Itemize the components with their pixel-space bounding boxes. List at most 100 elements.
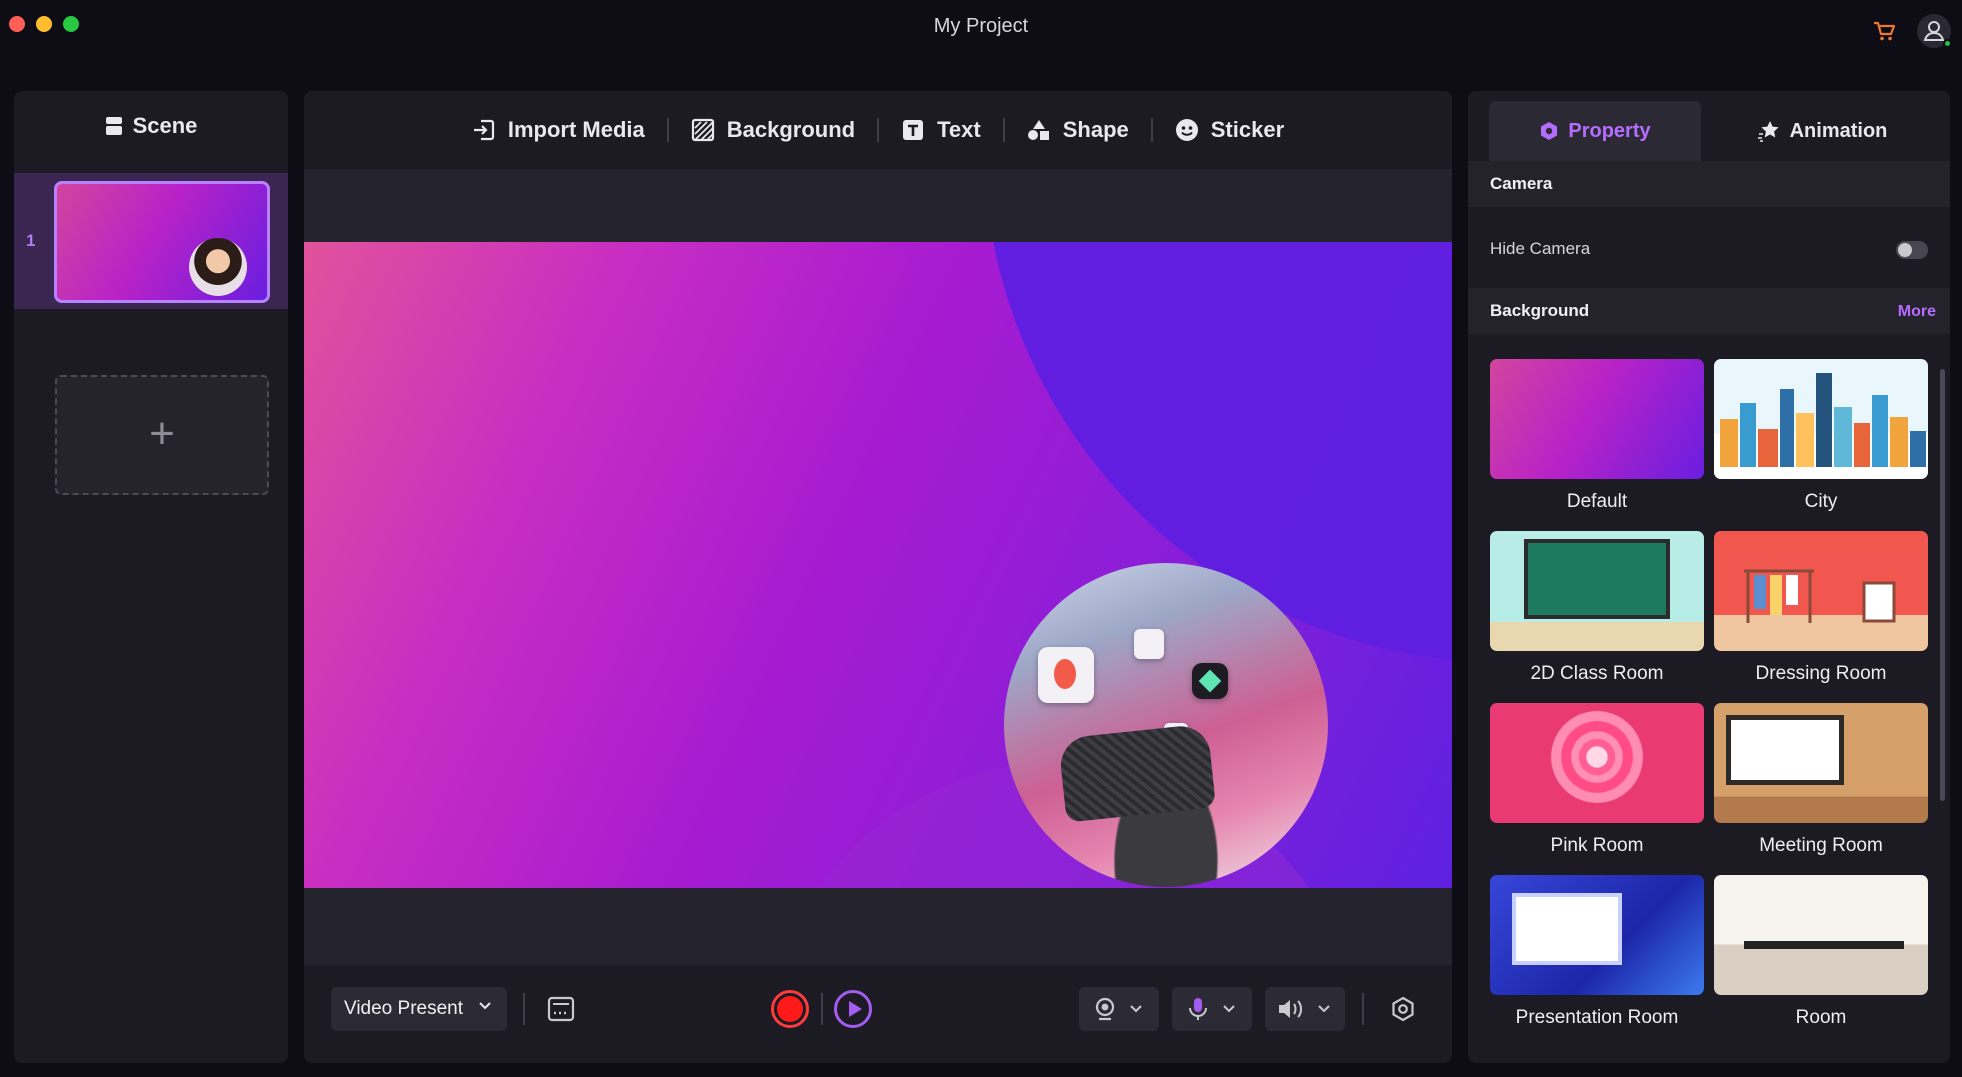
background-icon xyxy=(691,118,714,142)
panel-scrollbar[interactable] xyxy=(1940,369,1945,801)
background-option[interactable]: Room xyxy=(1714,875,1928,1029)
background-thumbnail xyxy=(1714,531,1928,651)
tab-animation-label: Animation xyxy=(1789,119,1888,142)
presentation-screen-illustration xyxy=(1512,893,1622,965)
title-bar: My Project xyxy=(0,0,1962,70)
settings-icon[interactable] xyxy=(1390,996,1416,1022)
background-thumbnail xyxy=(1490,703,1704,823)
webcam-icon xyxy=(1095,997,1115,1021)
window-title: My Project xyxy=(933,15,1029,37)
text-label: Text xyxy=(937,117,981,142)
property-icon xyxy=(1541,122,1558,140)
hide-camera-toggle[interactable] xyxy=(1896,241,1928,259)
scene-number: 1 xyxy=(26,231,36,250)
background-thumbnail xyxy=(1490,531,1704,651)
scene-header: Scene xyxy=(14,113,288,139)
shape-label: Shape xyxy=(1062,117,1129,142)
control-divider xyxy=(1362,993,1364,1025)
clothes-rack-illustration xyxy=(1744,569,1896,623)
background-option-label: 2D Class Room xyxy=(1530,663,1664,684)
inspector-panel: Property Animation Camera Hide Camera Ba… xyxy=(1468,91,1950,1063)
mode-select-value: Video Present xyxy=(344,998,464,1019)
microphone-select[interactable] xyxy=(1172,987,1252,1031)
background-option-label: Pink Room xyxy=(1550,835,1644,856)
microphone-icon xyxy=(1189,998,1207,1020)
chalkboard-illustration xyxy=(1524,539,1670,619)
media-toolbar: Import Media Background Text Shape Stick… xyxy=(304,91,1452,169)
more-backgrounds-link[interactable]: More xyxy=(1898,303,1936,321)
table-illustration xyxy=(1744,941,1904,949)
mode-select[interactable]: Video Present xyxy=(331,987,507,1031)
background-option-label: Presentation Room xyxy=(1515,1007,1679,1028)
add-scene-button[interactable]: + xyxy=(55,375,269,495)
meeting-screen-illustration xyxy=(1726,715,1844,785)
background-button[interactable]: Background xyxy=(669,117,877,143)
background-option-label: Default xyxy=(1566,491,1628,512)
control-divider xyxy=(821,993,823,1025)
tab-property[interactable]: Property xyxy=(1489,101,1701,161)
background-option-label: Dressing Room xyxy=(1755,663,1887,684)
editor-panel: Import Media Background Text Shape Stick… xyxy=(304,91,1452,1063)
camera-avatar-thumbnail xyxy=(189,238,247,296)
sticker-icon xyxy=(1175,119,1198,141)
app-window: My Project Scene 1 + Import Media Backgr… xyxy=(0,0,1962,1077)
sticker-button[interactable]: Sticker xyxy=(1153,117,1306,143)
background-option[interactable]: Meeting Room xyxy=(1714,703,1928,857)
shape-icon xyxy=(1027,120,1049,140)
speaker-icon xyxy=(1279,1000,1302,1018)
camera-section-header: Camera xyxy=(1468,161,1950,207)
record-button[interactable] xyxy=(771,990,809,1028)
scene-thumbnail[interactable] xyxy=(54,181,270,303)
chevron-down-icon xyxy=(479,1002,491,1010)
background-thumbnail xyxy=(1490,359,1704,479)
background-section-title: Background xyxy=(1490,301,1590,320)
office-chair xyxy=(1058,723,1216,823)
import-media-label: Import Media xyxy=(507,117,645,142)
background-option[interactable]: Dressing Room xyxy=(1714,531,1928,685)
control-divider xyxy=(523,993,525,1025)
background-option[interactable]: Default xyxy=(1490,359,1704,513)
text-icon xyxy=(903,120,924,140)
recording-controls: Video Present xyxy=(304,965,1452,1063)
animation-icon xyxy=(1757,121,1779,142)
scene-header-label: Scene xyxy=(132,113,198,138)
account-button[interactable] xyxy=(1917,14,1952,48)
background-option[interactable]: City xyxy=(1714,359,1928,513)
background-thumbnail xyxy=(1714,703,1928,823)
text-button[interactable]: Text xyxy=(879,117,1003,143)
background-thumbnail xyxy=(1714,875,1928,995)
camera-overlay[interactable] xyxy=(1004,563,1328,887)
background-option[interactable]: 2D Class Room xyxy=(1490,531,1704,685)
background-thumbnail xyxy=(1714,359,1928,479)
speaker-select[interactable] xyxy=(1265,987,1345,1031)
background-option[interactable]: Pink Room xyxy=(1490,703,1704,857)
app-icon-decor xyxy=(1038,647,1094,703)
preview-canvas[interactable] xyxy=(304,242,1452,888)
plus-icon: + xyxy=(149,409,175,458)
hide-camera-label: Hide Camera xyxy=(1490,239,1591,258)
app-icon-decor xyxy=(1134,629,1164,659)
scene-item-1[interactable]: 1 xyxy=(14,173,288,309)
background-option-label: Meeting Room xyxy=(1759,835,1883,856)
city-skyline-illustration xyxy=(1714,373,1928,479)
import-media-button[interactable]: Import Media xyxy=(450,117,667,143)
cart-icon[interactable] xyxy=(1872,20,1896,42)
play-button[interactable] xyxy=(834,990,872,1028)
background-option[interactable]: Presentation Room xyxy=(1490,875,1704,1029)
camera-section-title: Camera xyxy=(1490,174,1553,193)
online-status-dot xyxy=(1943,39,1952,48)
app-icon-decor xyxy=(1192,663,1228,699)
scene-panel: Scene 1 + xyxy=(14,91,288,1063)
import-icon xyxy=(473,119,494,141)
scene-icon xyxy=(105,117,122,135)
sticker-label: Sticker xyxy=(1210,117,1285,142)
webcam-select[interactable] xyxy=(1079,987,1159,1031)
teleprompter-icon[interactable] xyxy=(547,996,575,1022)
background-label: Background xyxy=(726,117,856,142)
background-section-header: Background More xyxy=(1468,288,1950,334)
tab-animation[interactable]: Animation xyxy=(1708,101,1936,161)
background-option-label: Room xyxy=(1795,1007,1847,1028)
chevron-down-icon xyxy=(1223,1005,1235,1013)
background-option-label: City xyxy=(1804,491,1838,512)
shape-button[interactable]: Shape xyxy=(1005,117,1151,143)
